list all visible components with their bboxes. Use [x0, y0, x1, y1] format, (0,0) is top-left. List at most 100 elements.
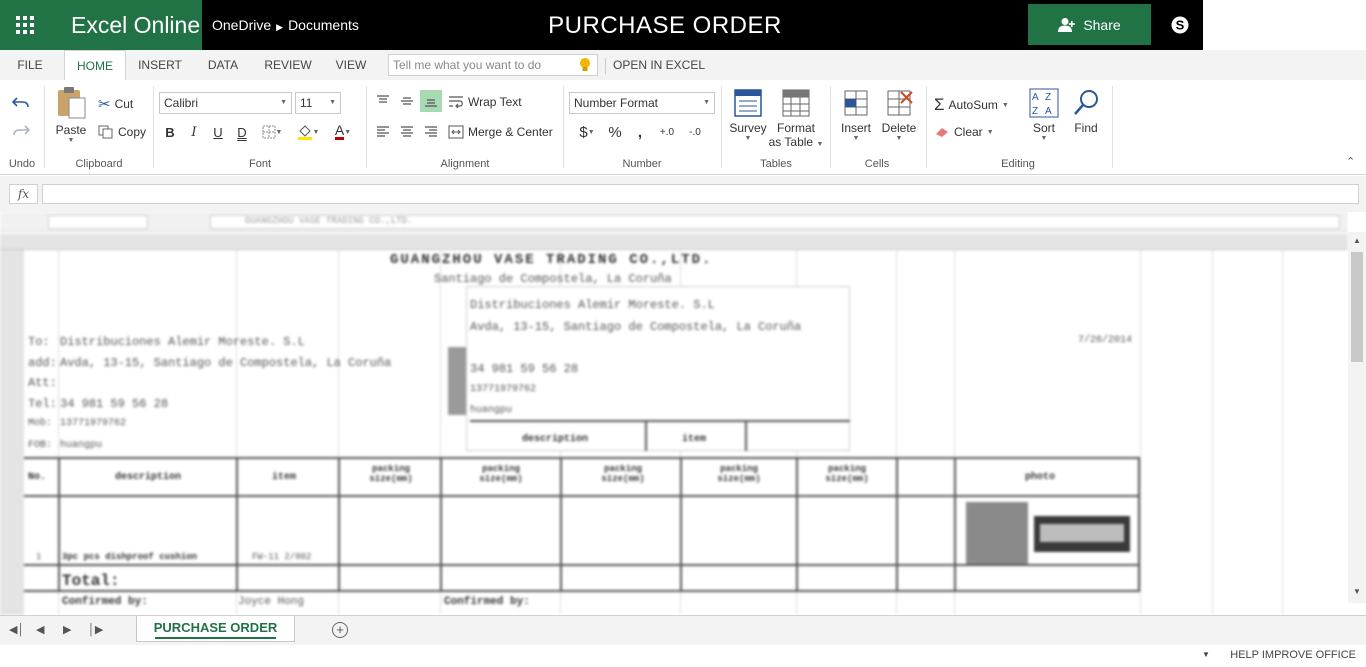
- undo-button[interactable]: [10, 92, 32, 114]
- lightbulb-icon: [580, 58, 590, 71]
- tell-me-placeholder: Tell me what you want to do: [393, 58, 542, 72]
- function-icon[interactable]: fx: [9, 184, 38, 204]
- formula-input[interactable]: [42, 184, 1359, 204]
- ribbon-separator: [830, 86, 831, 168]
- svg-text:S: S: [1176, 18, 1185, 33]
- waffle-icon: [16, 16, 34, 34]
- first-sheet-icon[interactable]: ◀│: [9, 623, 24, 636]
- format-table-icon: [782, 89, 810, 117]
- tab-file[interactable]: FILE: [8, 50, 52, 80]
- font-family-value: Calibri: [164, 96, 199, 110]
- breadcrumb-onedrive[interactable]: OneDrive: [212, 17, 271, 33]
- wrap-text-icon: [449, 96, 463, 109]
- align-center-icon: [401, 126, 413, 137]
- align-middle-button[interactable]: [396, 90, 418, 112]
- align-bottom-icon: [425, 99, 437, 107]
- help-improve-office-link[interactable]: HELP IMPROVE OFFICE: [1230, 649, 1356, 661]
- redo-button[interactable]: [10, 120, 32, 142]
- number-format-select[interactable]: Number Format ▼: [569, 92, 715, 114]
- ribbon-separator: [721, 86, 722, 168]
- tab-review[interactable]: REVIEW: [260, 50, 316, 80]
- copy-icon: [98, 125, 113, 139]
- breadcrumb-chevron-icon: ▶: [276, 22, 284, 32]
- chevron-down-icon: ▼: [312, 128, 320, 136]
- insert-cells-button[interactable]: Insert ▼: [836, 88, 876, 142]
- borders-button[interactable]: ▼: [257, 121, 287, 143]
- previous-sheet-icon[interactable]: ◀: [36, 623, 44, 636]
- tab-insert[interactable]: INSERT: [134, 50, 186, 80]
- align-bottom-button[interactable]: [420, 90, 442, 112]
- underline-button[interactable]: U: [207, 121, 229, 143]
- fill-color-button[interactable]: ▼: [293, 121, 323, 143]
- scrollbar-thumb[interactable]: [1351, 252, 1363, 362]
- ribbon-separator: [44, 86, 45, 168]
- align-left-button[interactable]: [372, 121, 394, 143]
- undo-group-label: Undo: [8, 158, 36, 170]
- ribbon-tabs: FILE HOME INSERT DATA REVIEW VIEW Tell m…: [0, 50, 1366, 81]
- survey-label: Survey: [729, 121, 767, 135]
- font-color-button[interactable]: A ▼: [329, 121, 357, 143]
- open-in-excel-button[interactable]: OPEN IN EXCEL: [612, 50, 706, 80]
- font-family-select[interactable]: Calibri ▼: [159, 92, 292, 114]
- tab-home[interactable]: HOME: [64, 50, 126, 81]
- sort-button[interactable]: A Z Z A Sort ▼: [1026, 88, 1062, 142]
- skype-button[interactable]: S: [1157, 0, 1203, 50]
- scroll-up-icon[interactable]: ▲: [1351, 236, 1363, 248]
- sheet-tab-purchase-order[interactable]: PURCHASE ORDER: [136, 616, 295, 642]
- align-top-button[interactable]: [372, 90, 394, 112]
- chevron-down-icon: ▼: [703, 99, 710, 106]
- find-button[interactable]: Find: [1068, 88, 1104, 135]
- double-underline-button[interactable]: D: [231, 121, 253, 143]
- cut-button[interactable]: ✂ Cut: [98, 95, 133, 113]
- format-as-table-button[interactable]: Format as Table ▼: [768, 88, 824, 149]
- tell-me-input[interactable]: Tell me what you want to do: [388, 54, 598, 76]
- clipboard-group-label: Clipboard: [75, 158, 123, 170]
- clear-button[interactable]: Clear ▼: [934, 125, 994, 139]
- share-label: Share: [1083, 16, 1121, 33]
- number-format-value: Number Format: [574, 96, 659, 110]
- ribbon-separator: [1112, 86, 1113, 168]
- currency-button[interactable]: $ ▼: [572, 121, 602, 143]
- delete-cells-button[interactable]: Delete ▼: [878, 88, 920, 142]
- align-right-button[interactable]: [420, 121, 442, 143]
- top-bar: Excel Online OneDrive ▶ Documents PURCHASE…: [0, 0, 1366, 50]
- paste-icon: [58, 87, 86, 119]
- increase-decimal-button[interactable]: +.0: [656, 121, 678, 143]
- align-left-icon: [377, 126, 389, 137]
- merge-center-button[interactable]: Merge & Center: [448, 125, 553, 139]
- share-button[interactable]: Share: [1028, 4, 1151, 45]
- bold-button[interactable]: B: [159, 121, 181, 143]
- vertical-scrollbar[interactable]: ▲ ▼: [1348, 232, 1366, 603]
- tab-data[interactable]: DATA: [200, 50, 246, 80]
- last-sheet-icon[interactable]: │▶: [88, 623, 103, 636]
- document-title[interactable]: PURCHASE ORDER: [480, 0, 850, 50]
- svg-text:Z: Z: [1032, 106, 1038, 117]
- font-size-select[interactable]: 11 ▼: [295, 92, 341, 114]
- wrap-text-button[interactable]: Wrap Text: [448, 95, 522, 109]
- italic-button[interactable]: I: [183, 121, 205, 143]
- copy-button[interactable]: Copy: [98, 125, 146, 139]
- sheet-tab-bar: ◀│ ◀ ▶ │▶ PURCHASE ORDER +: [0, 615, 1366, 645]
- wrap-text-label: Wrap Text: [468, 95, 522, 109]
- autosum-button[interactable]: Σ AutoSum ▼: [934, 95, 1009, 115]
- app-launcher-button[interactable]: [0, 0, 50, 50]
- app-name[interactable]: Excel Online: [50, 0, 202, 50]
- next-sheet-icon[interactable]: ▶: [63, 623, 71, 636]
- merge-center-label: Merge & Center: [468, 125, 553, 139]
- breadcrumb-documents[interactable]: Documents: [288, 17, 359, 33]
- comma-style-button[interactable]: ,: [629, 121, 651, 143]
- chevron-down-icon[interactable]: ▼: [1202, 650, 1210, 659]
- chevron-down-icon: ▼: [587, 128, 595, 136]
- survey-button[interactable]: Survey ▼: [729, 88, 767, 142]
- worksheet-grid[interactable]: GUANGZHOU VASE TRADING CO.,LTD. GUANGZHO…: [0, 212, 1348, 615]
- collapse-ribbon-icon[interactable]: ⌃: [1346, 155, 1355, 168]
- percent-button[interactable]: %: [604, 121, 626, 143]
- decrease-decimal-button[interactable]: -.0: [684, 121, 706, 143]
- paste-button[interactable]: Paste ▼: [52, 86, 90, 144]
- sigma-icon: Σ: [934, 95, 945, 114]
- tab-view[interactable]: VIEW: [330, 50, 372, 80]
- scroll-down-icon[interactable]: ▼: [1351, 587, 1363, 599]
- cells-group-label: Cells: [864, 158, 890, 170]
- align-center-button[interactable]: [396, 121, 418, 143]
- add-sheet-icon[interactable]: +: [332, 622, 348, 638]
